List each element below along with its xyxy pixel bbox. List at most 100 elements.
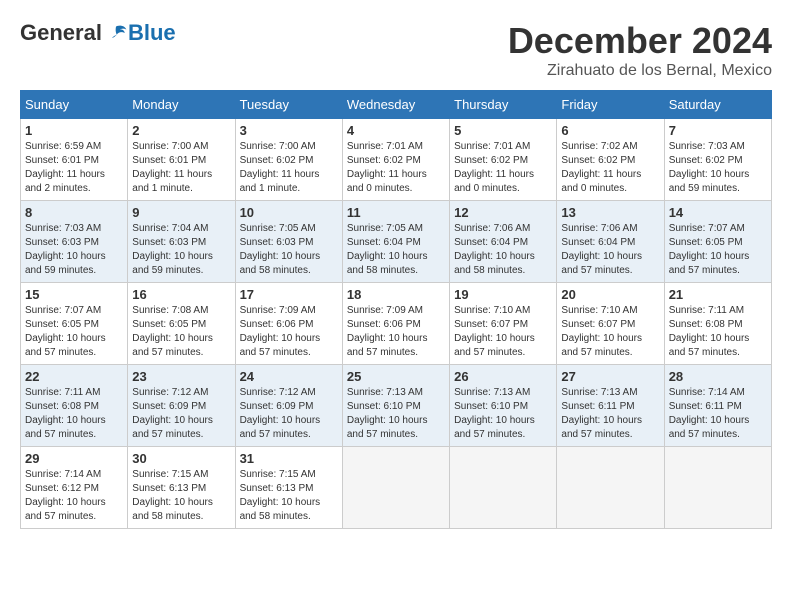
day-number: 25 bbox=[347, 369, 445, 384]
day-number: 14 bbox=[669, 205, 767, 220]
calendar-day-cell: 24Sunrise: 7:12 AMSunset: 6:09 PMDayligh… bbox=[235, 365, 342, 447]
calendar-day-cell: 16 Sunrise: 7:08 AMSunset: 6:05 PMDayligh… bbox=[128, 283, 235, 365]
day-info: Sunrise: 7:10 AMSunset: 6:07 PMDaylight:… bbox=[454, 304, 552, 360]
day-info: Sunrise: 7:07 AMSunset: 6:05 PMDaylight:… bbox=[669, 222, 767, 278]
calendar-week-row: 29 Sunrise: 7:14 AMSunset: 6:12 PMDayligh… bbox=[21, 447, 772, 529]
day-info: Sunrise: 7:11 AMSunset: 6:08 PMDaylight:… bbox=[669, 304, 767, 360]
day-number: 11 bbox=[347, 205, 445, 220]
day-number: 28 bbox=[669, 369, 767, 384]
day-info: Sunrise: 7:05 AMSunset: 6:04 PMDaylight:… bbox=[347, 222, 445, 278]
day-number: 1 bbox=[25, 123, 123, 138]
calendar-day-cell: 29 Sunrise: 7:14 AMSunset: 6:12 PMDayligh… bbox=[21, 447, 128, 529]
calendar-day-cell: 18 Sunrise: 7:09 AMSunset: 6:06 PMDayligh… bbox=[342, 283, 449, 365]
weekday-header: Saturday bbox=[664, 91, 771, 119]
day-number: 6 bbox=[561, 123, 659, 138]
calendar-week-row: 1 Sunrise: 6:59 AMSunset: 6:01 PMDaylight… bbox=[21, 119, 772, 201]
logo-general: General bbox=[20, 20, 102, 46]
calendar-day-cell: 17 Sunrise: 7:09 AMSunset: 6:06 PMDayligh… bbox=[235, 283, 342, 365]
calendar-table: SundayMondayTuesdayWednesdayThursdayFrid… bbox=[20, 90, 772, 529]
weekday-header: Tuesday bbox=[235, 91, 342, 119]
day-info: Sunrise: 7:09 AMSunset: 6:06 PMDaylight:… bbox=[347, 304, 445, 360]
day-info: Sunrise: 7:08 AMSunset: 6:05 PMDaylight:… bbox=[132, 304, 230, 360]
calendar-day-cell: 7 Sunrise: 7:03 AMSunset: 6:02 PMDaylight… bbox=[664, 119, 771, 201]
day-number: 22 bbox=[25, 369, 123, 384]
day-number: 7 bbox=[669, 123, 767, 138]
weekday-header: Friday bbox=[557, 91, 664, 119]
calendar-day-cell: 15 Sunrise: 7:07 AMSunset: 6:05 PMDayligh… bbox=[21, 283, 128, 365]
day-info: Sunrise: 7:07 AMSunset: 6:05 PMDaylight:… bbox=[25, 304, 123, 360]
calendar-day-cell: 1 Sunrise: 6:59 AMSunset: 6:01 PMDaylight… bbox=[21, 119, 128, 201]
calendar-day-cell: 10 Sunrise: 7:05 AMSunset: 6:03 PMDayligh… bbox=[235, 201, 342, 283]
calendar-day-cell bbox=[664, 447, 771, 529]
calendar-day-cell: 30 Sunrise: 7:15 AMSunset: 6:13 PMDayligh… bbox=[128, 447, 235, 529]
day-number: 18 bbox=[347, 287, 445, 302]
calendar-day-cell: 31Sunrise: 7:15 AMSunset: 6:13 PMDayligh… bbox=[235, 447, 342, 529]
logo: General Blue bbox=[20, 20, 176, 46]
day-info: Sunrise: 7:14 AMSunset: 6:11 PMDaylight:… bbox=[669, 386, 767, 442]
day-info: Sunrise: 7:06 AMSunset: 6:04 PMDaylight:… bbox=[561, 222, 659, 278]
day-number: 10 bbox=[240, 205, 338, 220]
calendar-week-row: 22Sunrise: 7:11 AMSunset: 6:08 PMDayligh… bbox=[21, 365, 772, 447]
calendar-day-cell: 4 Sunrise: 7:01 AMSunset: 6:02 PMDaylight… bbox=[342, 119, 449, 201]
day-info: Sunrise: 7:15 AMSunset: 6:13 PMDaylight:… bbox=[240, 468, 338, 524]
day-number: 26 bbox=[454, 369, 552, 384]
day-info: Sunrise: 7:03 AMSunset: 6:03 PMDaylight:… bbox=[25, 222, 123, 278]
weekday-header: Wednesday bbox=[342, 91, 449, 119]
day-info: Sunrise: 7:13 AMSunset: 6:10 PMDaylight:… bbox=[347, 386, 445, 442]
day-info: Sunrise: 7:09 AMSunset: 6:06 PMDaylight:… bbox=[240, 304, 338, 360]
calendar-day-cell bbox=[557, 447, 664, 529]
day-info: Sunrise: 7:00 AMSunset: 6:01 PMDaylight:… bbox=[132, 140, 230, 196]
day-info: Sunrise: 7:15 AMSunset: 6:13 PMDaylight:… bbox=[132, 468, 230, 524]
page-header: General Blue December 2024 Zirahuato de … bbox=[20, 20, 772, 80]
day-info: Sunrise: 7:05 AMSunset: 6:03 PMDaylight:… bbox=[240, 222, 338, 278]
calendar-day-cell: 27Sunrise: 7:13 AMSunset: 6:11 PMDayligh… bbox=[557, 365, 664, 447]
calendar-day-cell: 23Sunrise: 7:12 AMSunset: 6:09 PMDayligh… bbox=[128, 365, 235, 447]
day-number: 20 bbox=[561, 287, 659, 302]
logo-blue: Blue bbox=[128, 20, 176, 46]
day-info: Sunrise: 7:14 AMSunset: 6:12 PMDaylight:… bbox=[25, 468, 123, 524]
calendar-day-cell: 26 Sunrise: 7:13 AMSunset: 6:10 PMDayligh… bbox=[450, 365, 557, 447]
day-info: Sunrise: 7:04 AMSunset: 6:03 PMDaylight:… bbox=[132, 222, 230, 278]
day-info: Sunrise: 6:59 AMSunset: 6:01 PMDaylight:… bbox=[25, 140, 123, 196]
day-number: 17 bbox=[240, 287, 338, 302]
calendar-day-cell: 22Sunrise: 7:11 AMSunset: 6:08 PMDayligh… bbox=[21, 365, 128, 447]
day-number: 8 bbox=[25, 205, 123, 220]
day-number: 13 bbox=[561, 205, 659, 220]
day-info: Sunrise: 7:13 AMSunset: 6:10 PMDaylight:… bbox=[454, 386, 552, 442]
day-info: Sunrise: 7:02 AMSunset: 6:02 PMDaylight:… bbox=[561, 140, 659, 196]
day-info: Sunrise: 7:12 AMSunset: 6:09 PMDaylight:… bbox=[240, 386, 338, 442]
calendar-day-cell: 3Sunrise: 7:00 AMSunset: 6:02 PMDaylight… bbox=[235, 119, 342, 201]
weekday-header: Monday bbox=[128, 91, 235, 119]
logo-bird-icon bbox=[104, 21, 128, 45]
day-number: 15 bbox=[25, 287, 123, 302]
calendar-day-cell: 13 Sunrise: 7:06 AMSunset: 6:04 PMDayligh… bbox=[557, 201, 664, 283]
day-number: 21 bbox=[669, 287, 767, 302]
day-number: 5 bbox=[454, 123, 552, 138]
day-info: Sunrise: 7:01 AMSunset: 6:02 PMDaylight:… bbox=[454, 140, 552, 196]
calendar-day-cell: 20 Sunrise: 7:10 AMSunset: 6:07 PMDayligh… bbox=[557, 283, 664, 365]
day-info: Sunrise: 7:12 AMSunset: 6:09 PMDaylight:… bbox=[132, 386, 230, 442]
calendar-day-cell: 9 Sunrise: 7:04 AMSunset: 6:03 PMDaylight… bbox=[128, 201, 235, 283]
calendar-week-row: 8 Sunrise: 7:03 AMSunset: 6:03 PMDaylight… bbox=[21, 201, 772, 283]
day-number: 30 bbox=[132, 451, 230, 466]
weekday-header: Thursday bbox=[450, 91, 557, 119]
day-info: Sunrise: 7:03 AMSunset: 6:02 PMDaylight:… bbox=[669, 140, 767, 196]
day-number: 16 bbox=[132, 287, 230, 302]
day-number: 9 bbox=[132, 205, 230, 220]
calendar-day-cell: 2Sunrise: 7:00 AMSunset: 6:01 PMDaylight… bbox=[128, 119, 235, 201]
month-title: December 2024 bbox=[508, 20, 772, 62]
day-info: Sunrise: 7:06 AMSunset: 6:04 PMDaylight:… bbox=[454, 222, 552, 278]
day-info: Sunrise: 7:01 AMSunset: 6:02 PMDaylight:… bbox=[347, 140, 445, 196]
calendar-day-cell: 25 Sunrise: 7:13 AMSunset: 6:10 PMDayligh… bbox=[342, 365, 449, 447]
weekday-header: Sunday bbox=[21, 91, 128, 119]
day-info: Sunrise: 7:10 AMSunset: 6:07 PMDaylight:… bbox=[561, 304, 659, 360]
calendar-day-cell: 14 Sunrise: 7:07 AMSunset: 6:05 PMDayligh… bbox=[664, 201, 771, 283]
day-number: 4 bbox=[347, 123, 445, 138]
calendar-day-cell: 6 Sunrise: 7:02 AMSunset: 6:02 PMDaylight… bbox=[557, 119, 664, 201]
calendar-day-cell: 19Sunrise: 7:10 AMSunset: 6:07 PMDayligh… bbox=[450, 283, 557, 365]
calendar-day-cell: 21 Sunrise: 7:11 AMSunset: 6:08 PMDayligh… bbox=[664, 283, 771, 365]
calendar-header-row: SundayMondayTuesdayWednesdayThursdayFrid… bbox=[21, 91, 772, 119]
day-number: 29 bbox=[25, 451, 123, 466]
title-block: December 2024 Zirahuato de los Bernal, M… bbox=[508, 20, 772, 80]
calendar-day-cell: 12Sunrise: 7:06 AMSunset: 6:04 PMDayligh… bbox=[450, 201, 557, 283]
